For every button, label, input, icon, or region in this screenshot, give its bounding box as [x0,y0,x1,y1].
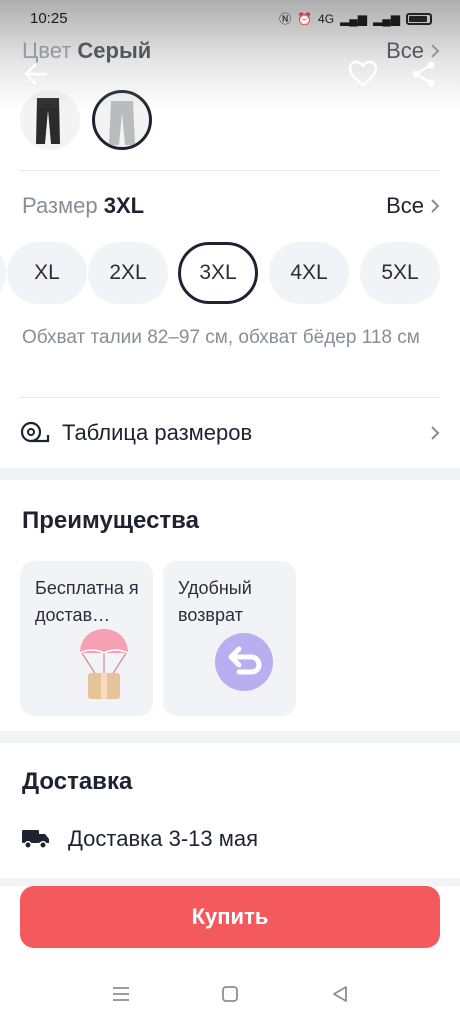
delivery-title: Доставка [22,768,133,795]
size-label: Размер [22,193,98,218]
section-separator [0,878,460,886]
divider [20,170,440,171]
benefit-label: Удобный возврат [178,578,252,625]
signal-icon: ▂▄▆ [340,11,368,26]
size-options: XL 2XL 3XL 4XL 5XL [0,242,460,304]
battery-icon [406,12,432,25]
size-chip-partial[interactable] [0,242,6,304]
divider [20,397,440,398]
system-navigation [0,984,460,1008]
size-chip-2xl[interactable]: 2XL [88,242,168,304]
size-title: Размер 3XL [22,193,144,219]
benefit-free-delivery[interactable]: Бесплатна я достав… [20,561,153,716]
chevron-right-icon [431,426,440,440]
nfc-icon: Ⓝ [279,12,292,26]
swatch-grey[interactable] [92,90,152,150]
benefit-easy-return[interactable]: Удобный возврат [163,561,296,716]
signal-icon-2: ▂▄▆ [373,11,400,26]
chevron-right-icon [431,44,440,58]
size-table-label: Таблица размеров [62,420,253,445]
top-nav [0,60,460,96]
grey-trousers-image [109,101,135,145]
alarm-icon: ⏰ [297,11,313,26]
section-separator [0,468,460,480]
home-icon[interactable] [220,984,240,1004]
black-trousers-image [36,98,60,144]
network-label: 4G [318,11,335,26]
buy-button[interactable]: Купить [20,886,440,948]
back-arrow-icon[interactable] [22,60,50,93]
benefit-label: Бесплатна я достав… [35,578,139,625]
size-all-link[interactable]: Все [386,193,440,219]
color-swatches [20,90,152,150]
status-bar: 10:25 Ⓝ ⏰ 4G ▂▄▆ ▂▄▆ [0,0,460,40]
size-chip-xl[interactable]: XL [7,242,87,304]
size-all-label: Все [386,193,424,218]
chevron-right-icon [431,199,440,213]
menu-icon[interactable] [111,984,131,1004]
size-table-link[interactable]: Таблица размеров [20,413,440,453]
status-icons: Ⓝ ⏰ 4G ▂▄▆ ▂▄▆ [279,10,432,27]
favorite-heart-icon[interactable] [348,60,378,93]
truck-icon [22,830,49,849]
parachute-box-icon [79,629,129,699]
tape-measure-icon [20,421,50,443]
delivery-info: Доставка 3-13 мая [22,826,258,852]
size-chip-3xl[interactable]: 3XL [178,242,258,304]
status-time: 10:25 [30,10,68,27]
size-measurements-note: Обхват талии 82–97 см, обхват бёдер 118 … [22,327,420,348]
swatch-black[interactable] [20,90,80,150]
back-triangle-icon[interactable] [330,984,350,1004]
size-chip-5xl[interactable]: 5XL [360,242,440,304]
size-value: 3XL [103,193,145,218]
benefits-title: Преимущества [22,507,199,534]
size-row: Размер 3XL Все [22,193,440,219]
size-chip-4xl[interactable]: 4XL [269,242,349,304]
section-separator [0,731,460,743]
share-icon[interactable] [410,60,438,93]
delivery-text: Доставка 3-13 мая [68,826,259,851]
return-arrow-icon [215,633,273,691]
